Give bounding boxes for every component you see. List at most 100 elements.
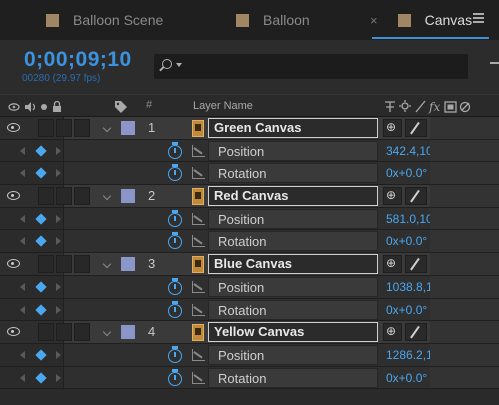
eye-icon[interactable] xyxy=(7,123,20,132)
lock-switch[interactable] xyxy=(56,119,72,137)
property-value[interactable]: 0x+0.0° xyxy=(386,234,427,248)
graph-editor-icon[interactable] xyxy=(192,235,205,248)
previous-keyframe-icon[interactable] xyxy=(20,305,25,314)
stopwatch-icon[interactable] xyxy=(168,164,182,182)
stopwatch-icon[interactable] xyxy=(168,277,182,295)
next-keyframe-icon[interactable] xyxy=(56,305,61,314)
lock-switch[interactable] xyxy=(56,187,72,206)
tab-balloon-scene[interactable]: Balloon Scene xyxy=(46,0,163,40)
layer-name-header[interactable]: Layer Name xyxy=(193,100,253,112)
keyframe-icon[interactable] xyxy=(35,281,47,293)
label-color-swatch[interactable] xyxy=(121,257,135,272)
previous-keyframe-icon[interactable] xyxy=(20,237,25,246)
chevron-down-icon[interactable] xyxy=(102,259,112,269)
shy-switch[interactable] xyxy=(74,255,90,274)
chevron-down-icon[interactable] xyxy=(102,123,112,133)
keyframe-icon[interactable] xyxy=(35,145,47,157)
previous-keyframe-icon[interactable] xyxy=(20,146,25,155)
solo-switch[interactable] xyxy=(38,323,54,342)
property-row[interactable]: Rotation 0x+0.0° xyxy=(0,366,499,390)
keyframe-icon[interactable] xyxy=(35,167,47,180)
column-header: # Layer Name fx xyxy=(0,94,499,117)
keyframe-icon[interactable] xyxy=(35,235,47,248)
property-value[interactable]: 0x+0.0° xyxy=(386,371,427,385)
shy-switch[interactable] xyxy=(74,187,90,206)
property-row[interactable]: Rotation 0x+0.0° xyxy=(0,298,499,322)
property-row[interactable]: Position 1038.8,1067.5 xyxy=(0,275,499,299)
property-value[interactable]: 0x+0.0° xyxy=(386,166,427,180)
layer-name[interactable]: Yellow Canvas xyxy=(208,322,378,343)
graph-editor-icon[interactable] xyxy=(192,280,205,293)
quality-toggle[interactable] xyxy=(405,323,427,342)
tab-canvas[interactable]: × Canvas xyxy=(370,0,472,40)
previous-keyframe-icon[interactable] xyxy=(20,373,25,382)
property-row[interactable]: Rotation 0x+0.0° xyxy=(0,162,499,186)
lock-switch[interactable] xyxy=(56,323,72,342)
layer-row[interactable]: 3 Blue Canvas ⊕ xyxy=(0,253,499,276)
layer-number-header: # xyxy=(146,99,153,111)
next-keyframe-icon[interactable] xyxy=(56,350,61,359)
eye-icon[interactable] xyxy=(7,259,20,269)
graph-editor-icon[interactable] xyxy=(192,167,205,180)
solo-switch[interactable] xyxy=(38,119,54,137)
stopwatch-icon[interactable] xyxy=(168,368,182,386)
stopwatch-icon[interactable] xyxy=(168,141,182,159)
layer-name[interactable]: Red Canvas xyxy=(208,186,378,207)
property-value[interactable]: 0x+0.0° xyxy=(386,303,427,317)
layer-row[interactable]: 2 Red Canvas ⊕ xyxy=(0,185,499,208)
expand-icon[interactable] xyxy=(490,62,499,64)
shy-switch[interactable] xyxy=(74,323,90,342)
lock-switch[interactable] xyxy=(56,255,72,274)
previous-keyframe-icon[interactable] xyxy=(20,214,25,223)
layer-row[interactable]: 4 Yellow Canvas ⊕ xyxy=(0,321,499,344)
quality-toggle[interactable] xyxy=(405,255,427,274)
stopwatch-icon[interactable] xyxy=(168,232,182,250)
keyframe-navigator xyxy=(0,230,64,253)
quality-toggle[interactable] xyxy=(405,119,427,137)
next-keyframe-icon[interactable] xyxy=(56,373,61,382)
solo-switch[interactable] xyxy=(38,255,54,274)
eye-icon[interactable] xyxy=(7,191,20,201)
graph-editor-icon[interactable] xyxy=(192,212,205,225)
keyframe-icon[interactable] xyxy=(35,371,47,384)
graph-editor-icon[interactable] xyxy=(192,144,205,157)
keyframe-icon[interactable] xyxy=(35,303,47,316)
layer-row[interactable]: 1 Green Canvas ⊕ xyxy=(0,117,499,140)
graph-editor-icon[interactable] xyxy=(192,371,205,384)
previous-keyframe-icon[interactable] xyxy=(20,350,25,359)
layer-name[interactable]: Blue Canvas xyxy=(208,254,378,275)
next-keyframe-icon[interactable] xyxy=(56,169,61,178)
next-keyframe-icon[interactable] xyxy=(56,214,61,223)
label-color-swatch[interactable] xyxy=(121,325,135,340)
chevron-down-icon[interactable] xyxy=(102,327,112,337)
property-row[interactable]: Position 1286.2,1064.3 xyxy=(0,343,499,367)
current-time-display[interactable]: 0;00;09;10 xyxy=(24,48,132,72)
property-row[interactable]: Position 581.0,1069.0 xyxy=(0,207,499,231)
label-color-swatch[interactable] xyxy=(121,121,135,135)
property-row[interactable]: Position 342.4,1063.7 xyxy=(0,139,499,163)
stopwatch-icon[interactable] xyxy=(168,300,182,318)
previous-keyframe-icon[interactable] xyxy=(20,282,25,291)
solo-switch[interactable] xyxy=(38,187,54,206)
shy-switch[interactable] xyxy=(74,119,90,137)
chevron-down-icon[interactable] xyxy=(102,191,112,201)
quality-toggle[interactable] xyxy=(405,187,427,206)
next-keyframe-icon[interactable] xyxy=(56,146,61,155)
layer-name[interactable]: Green Canvas xyxy=(208,118,378,138)
search-input[interactable] xyxy=(154,54,468,79)
graph-editor-icon[interactable] xyxy=(192,348,205,361)
previous-keyframe-icon[interactable] xyxy=(20,169,25,178)
graph-editor-icon[interactable] xyxy=(192,303,205,316)
close-icon[interactable]: × xyxy=(370,13,378,28)
next-keyframe-icon[interactable] xyxy=(56,237,61,246)
eye-icon[interactable] xyxy=(7,327,20,337)
keyframe-icon[interactable] xyxy=(35,349,47,361)
panel-menu-icon[interactable] xyxy=(472,11,486,25)
stopwatch-icon[interactable] xyxy=(168,345,182,363)
keyframe-icon[interactable] xyxy=(35,213,47,225)
next-keyframe-icon[interactable] xyxy=(56,282,61,291)
property-row[interactable]: Rotation 0x+0.0° xyxy=(0,230,499,254)
stopwatch-icon[interactable] xyxy=(168,209,182,227)
label-color-swatch[interactable] xyxy=(121,189,135,204)
tab-balloon[interactable]: Balloon xyxy=(236,0,310,40)
